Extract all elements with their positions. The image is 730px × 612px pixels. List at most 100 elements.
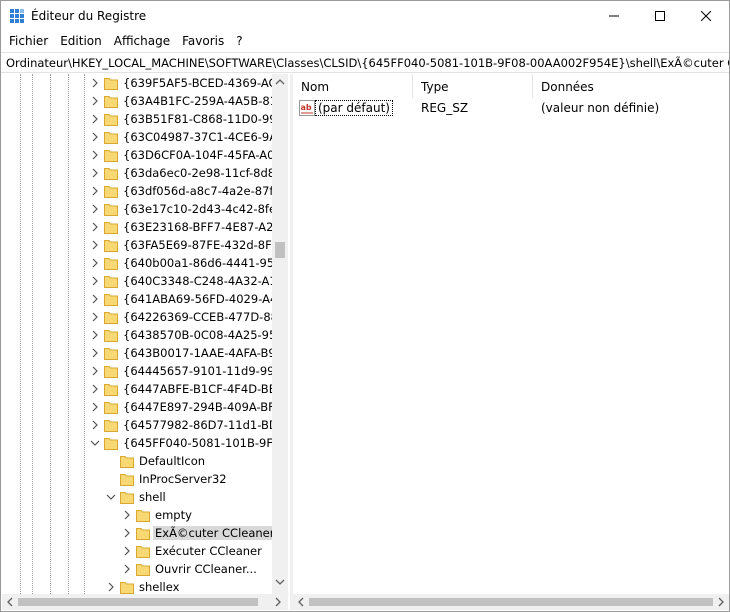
- chevron-right-icon[interactable]: [90, 257, 100, 269]
- tree-item[interactable]: {639F5AF5-BCED-4369-AC34: [2, 74, 272, 92]
- key-tree-pane[interactable]: {639F5AF5-BCED-4369-AC34 {63A4B1FC-259A-4…: [2, 74, 288, 594]
- tree-scroll-thumb[interactable]: [275, 242, 285, 258]
- tree-item[interactable]: {64226369-CCEB-477D-88D5: [2, 308, 272, 326]
- tree-item[interactable]: {6447E897-294B-409A-BF15-: [2, 398, 272, 416]
- tree-item[interactable]: {63FA5E69-87FE-432d-8F62-: [2, 236, 272, 254]
- tree-item-label: {64445657-9101-11d9-994B-: [123, 364, 272, 378]
- tree-item-label: {64577982-86D7-11d1-BDFC: [123, 418, 272, 432]
- tree-item-label: {643B0017-1AAE-4AFA-B921: [123, 346, 272, 360]
- tree-item[interactable]: Exécuter CCleaner: [2, 542, 272, 560]
- tree-item[interactable]: ExÃ©cuter CCleaner: [2, 524, 272, 542]
- minimize-button[interactable]: [591, 1, 637, 31]
- folder-icon: [104, 420, 118, 432]
- tree-item-label: shellex: [139, 580, 180, 594]
- chevron-right-icon[interactable]: [90, 419, 100, 431]
- list-hscroll-thumb[interactable]: [309, 598, 713, 606]
- column-header-type[interactable]: Type: [413, 74, 533, 98]
- chevron-down-icon[interactable]: [90, 437, 100, 449]
- column-header-donnees[interactable]: Données: [533, 74, 729, 98]
- chevron-right-icon[interactable]: [90, 365, 100, 377]
- tree-item[interactable]: {63D6CF0A-104F-45FA-A0ED: [2, 146, 272, 164]
- scroll-left-icon[interactable]: [6, 597, 14, 607]
- list-horizontal-scrollbar[interactable]: [293, 594, 729, 610]
- tree-horizontal-scrollbar[interactable]: [2, 594, 288, 610]
- tree-item[interactable]: {63da6ec0-2e98-11cf-8d82-4: [2, 164, 272, 182]
- values-list-pane[interactable]: Nom Type Données ab (par défaut) REG_SZ …: [293, 74, 729, 594]
- tree-item[interactable]: shell: [2, 488, 272, 506]
- scroll-left-icon[interactable]: [297, 597, 305, 607]
- menu-favoris[interactable]: Favoris: [176, 31, 230, 51]
- chevron-right-icon[interactable]: [90, 311, 100, 323]
- tree-item-label: Exécuter CCleaner: [155, 544, 262, 558]
- value-row[interactable]: ab (par défaut) REG_SZ (valeur non défin…: [293, 98, 729, 118]
- tree-item-label: InProcServer32: [139, 472, 227, 486]
- tree-item[interactable]: {63E23168-BFF7-4E87-A246-: [2, 218, 272, 236]
- tree-item[interactable]: empty: [2, 506, 272, 524]
- title-bar[interactable]: Éditeur du Registre: [1, 1, 729, 31]
- folder-icon: [104, 258, 118, 270]
- value-name[interactable]: (par défaut): [315, 100, 393, 116]
- tree-item[interactable]: {63df056d-a8c7-4a2e-87ff-2: [2, 182, 272, 200]
- maximize-button[interactable]: [637, 1, 683, 31]
- scroll-down-icon[interactable]: [275, 578, 285, 586]
- tree-item[interactable]: {641ABA69-56FD-4029-A445: [2, 290, 272, 308]
- chevron-right-icon[interactable]: [90, 347, 100, 359]
- tree-item[interactable]: {63C04987-37C1-4CE6-9A11: [2, 128, 272, 146]
- chevron-right-icon[interactable]: [90, 239, 100, 251]
- tree-item[interactable]: {640b00a1-86d6-4441-953f-: [2, 254, 272, 272]
- menu-edition[interactable]: Edition: [54, 31, 108, 51]
- tree-item-label: {63E23168-BFF7-4E87-A246-: [123, 220, 272, 234]
- scroll-right-icon[interactable]: [274, 597, 282, 607]
- chevron-right-icon[interactable]: [90, 275, 100, 287]
- chevron-right-icon[interactable]: [90, 293, 100, 305]
- menu-fichier[interactable]: Fichier: [3, 31, 54, 51]
- tree-item[interactable]: {63B51F81-C868-11D0-999C: [2, 110, 272, 128]
- chevron-right-icon[interactable]: [90, 185, 100, 197]
- tree-item[interactable]: {63e17c10-2d43-4c42-8fe3-8: [2, 200, 272, 218]
- chevron-right-icon[interactable]: [90, 401, 100, 413]
- chevron-right-icon[interactable]: [122, 545, 132, 557]
- folder-icon: [104, 240, 118, 252]
- chevron-right-icon[interactable]: [122, 563, 132, 575]
- menu-affichage[interactable]: Affichage: [108, 31, 176, 51]
- tree-item[interactable]: shellex: [2, 578, 272, 594]
- tree-item[interactable]: InProcServer32: [2, 470, 272, 488]
- tree-item-label: {63C04987-37C1-4CE6-9A11: [123, 130, 272, 144]
- chevron-right-icon[interactable]: [90, 95, 100, 107]
- tree-item[interactable]: Ouvrir CCleaner...: [2, 560, 272, 578]
- close-button[interactable]: [683, 1, 729, 31]
- folder-icon: [104, 312, 118, 324]
- tree-item[interactable]: {63A4B1FC-259A-4A5B-8129: [2, 92, 272, 110]
- chevron-right-icon[interactable]: [90, 203, 100, 215]
- column-header-nom[interactable]: Nom: [293, 74, 413, 98]
- tree-item[interactable]: {640C3348-C248-4A32-A111: [2, 272, 272, 290]
- tree-vertical-scrollbar[interactable]: [272, 74, 288, 594]
- chevron-right-icon[interactable]: [90, 149, 100, 161]
- tree-item[interactable]: {645FF040-5081-101B-9F08-0: [2, 434, 272, 452]
- menu-help[interactable]: ?: [230, 31, 248, 51]
- chevron-right-icon[interactable]: [90, 221, 100, 233]
- tree-item-label: {6447E897-294B-409A-BF15-: [123, 400, 272, 414]
- chevron-right-icon[interactable]: [90, 77, 100, 89]
- chevron-right-icon[interactable]: [90, 329, 100, 341]
- tree-hscroll-thumb[interactable]: [18, 598, 258, 606]
- chevron-right-icon[interactable]: [90, 167, 100, 179]
- chevron-right-icon[interactable]: [90, 383, 100, 395]
- maximize-icon: [655, 11, 665, 21]
- chevron-right-icon[interactable]: [106, 581, 116, 593]
- scroll-right-icon[interactable]: [717, 597, 725, 607]
- tree-item[interactable]: DefaultIcon: [2, 452, 272, 470]
- tree-item[interactable]: {64577982-86D7-11d1-BDFC: [2, 416, 272, 434]
- chevron-down-icon[interactable]: [106, 491, 116, 503]
- scroll-up-icon[interactable]: [275, 78, 285, 86]
- registry-editor-window: Éditeur du Registre Fichier Edition Affi…: [0, 0, 730, 612]
- chevron-right-icon[interactable]: [122, 527, 132, 539]
- tree-item[interactable]: {6438570B-0C08-4A25-9504-: [2, 326, 272, 344]
- tree-item[interactable]: {6447ABFE-B1CF-4F4D-BE2D: [2, 380, 272, 398]
- chevron-right-icon[interactable]: [90, 113, 100, 125]
- chevron-right-icon[interactable]: [90, 131, 100, 143]
- tree-item[interactable]: {643B0017-1AAE-4AFA-B921: [2, 344, 272, 362]
- address-bar[interactable]: Ordinateur\HKEY_LOCAL_MACHINE\SOFTWARE\C…: [1, 52, 729, 73]
- chevron-right-icon[interactable]: [122, 509, 132, 521]
- tree-item[interactable]: {64445657-9101-11d9-994B-: [2, 362, 272, 380]
